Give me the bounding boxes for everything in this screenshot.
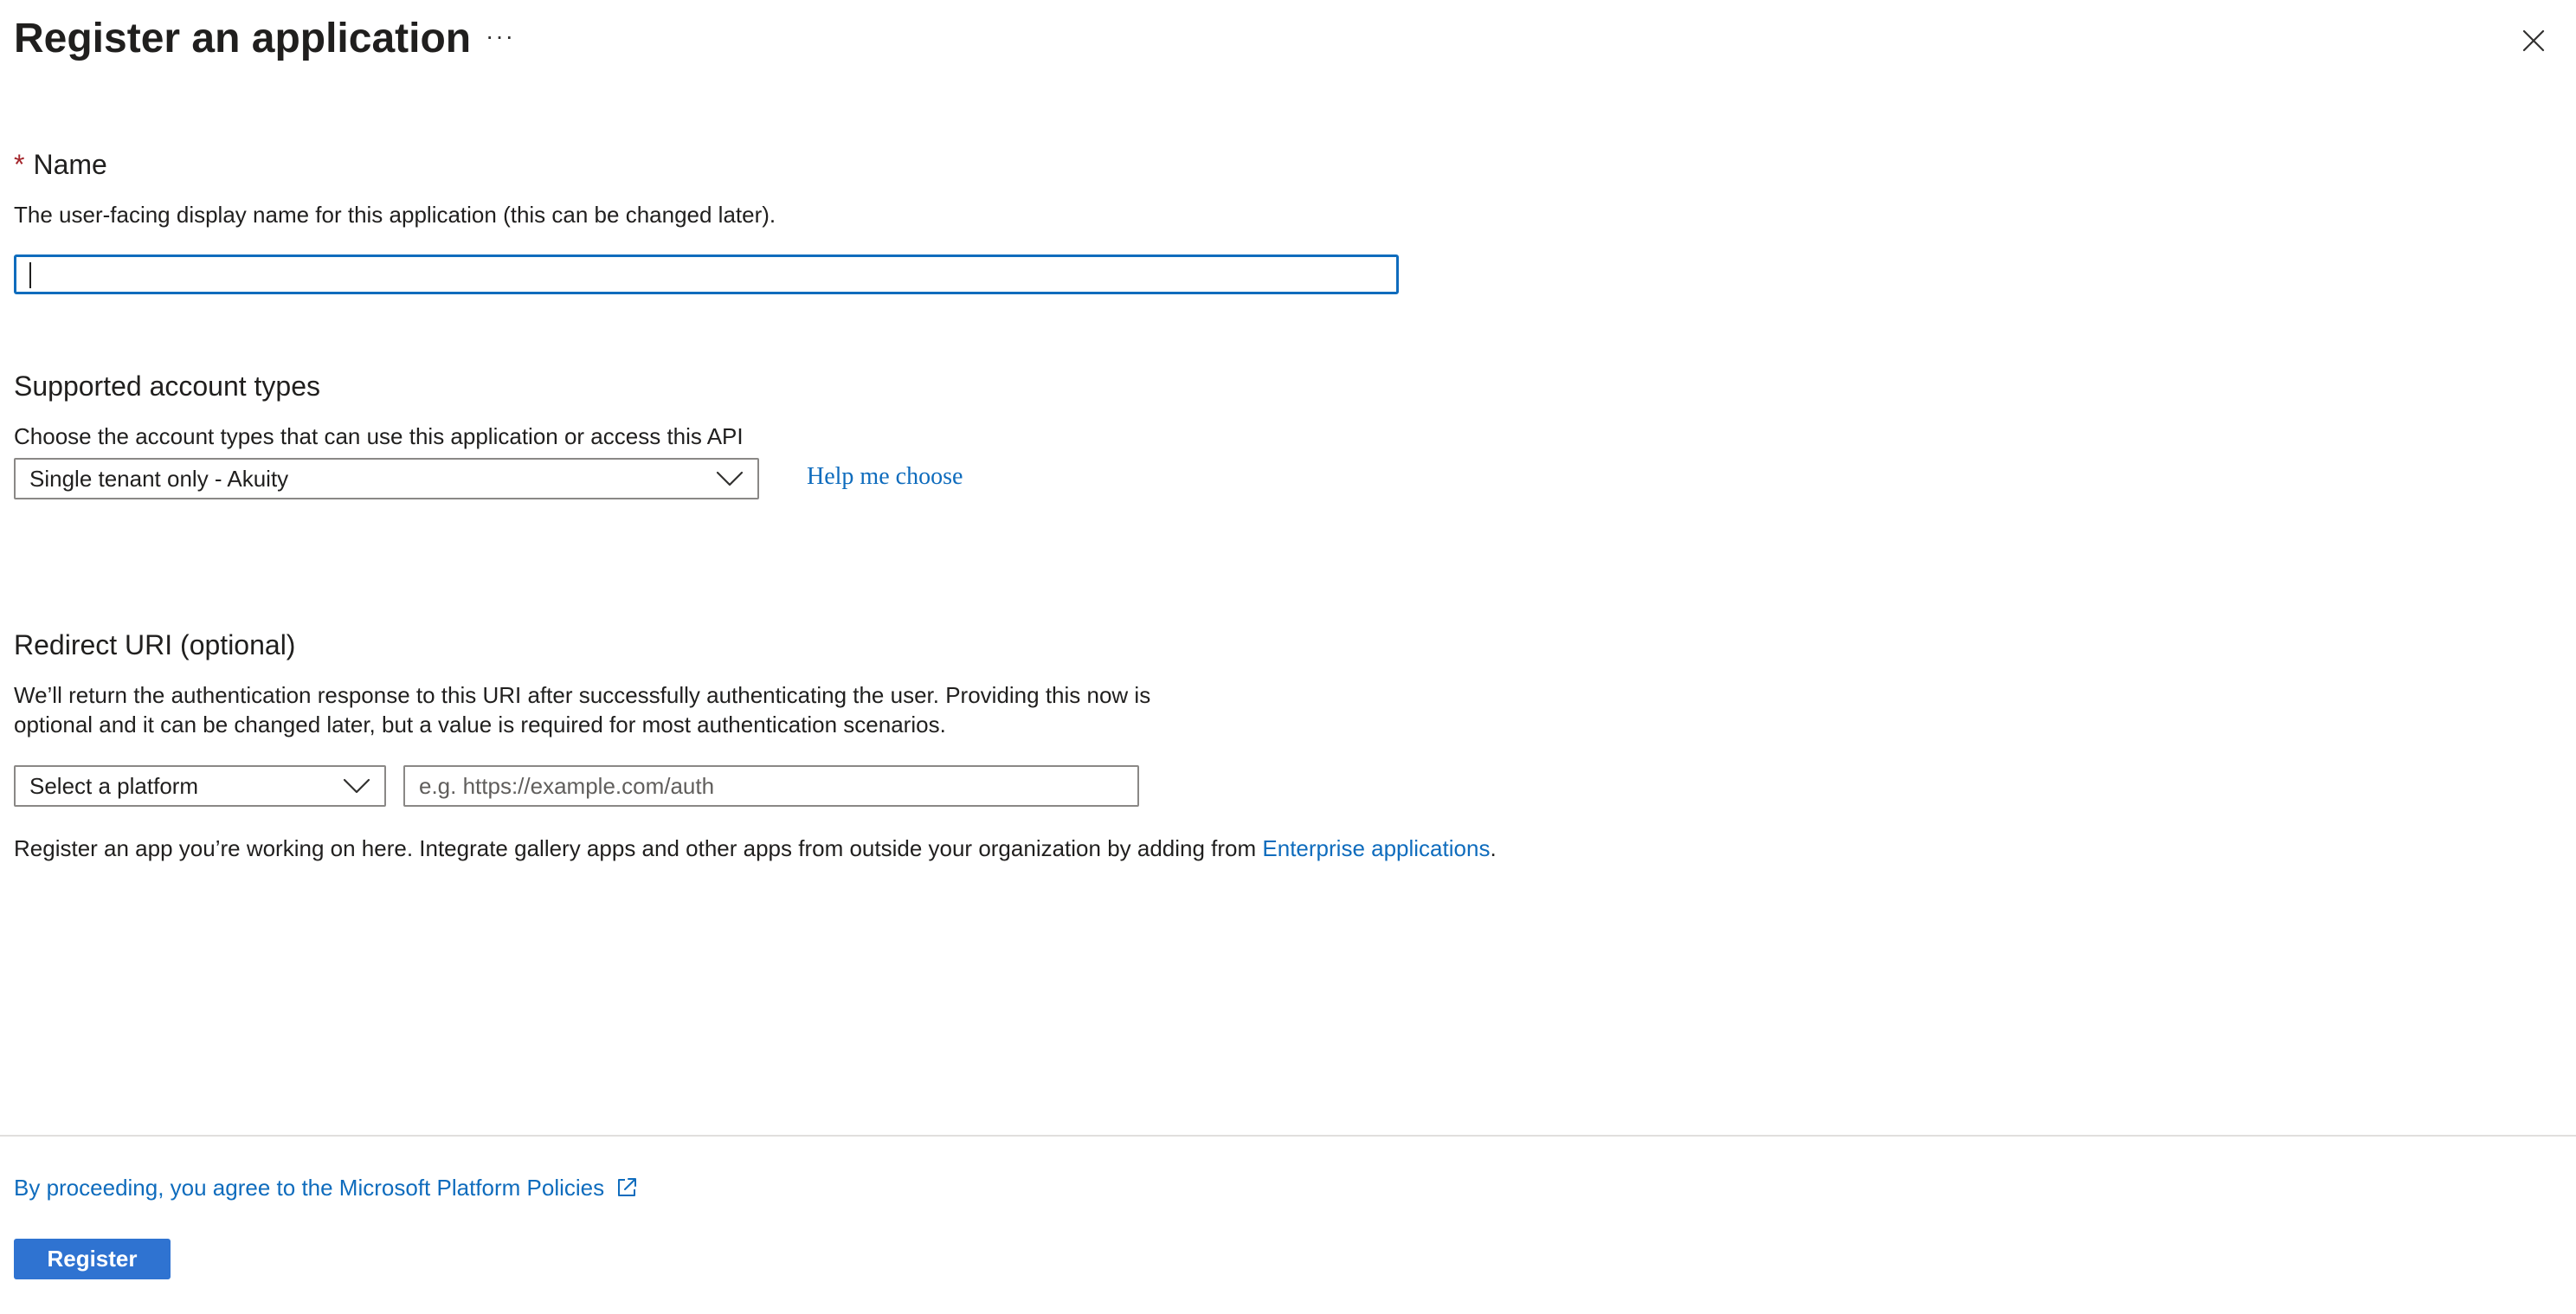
redirect-description-line-2: optional and it can be changed later, bu… — [14, 712, 946, 738]
account-type-dropdown[interactable]: Single tenant only - Akuity — [14, 458, 759, 499]
footer-divider — [0, 1135, 2576, 1137]
redirect-uri-input[interactable] — [403, 765, 1139, 807]
required-marker: * — [14, 149, 25, 180]
name-input[interactable] — [14, 254, 1399, 294]
platform-value: Select a platform — [29, 772, 199, 799]
account-type-value: Single tenant only - Akuity — [29, 465, 289, 492]
register-button[interactable]: Register — [14, 1239, 171, 1279]
platform-dropdown[interactable]: Select a platform — [14, 765, 386, 807]
help-me-choose-link[interactable]: Help me choose — [807, 461, 963, 493]
name-label-text: Name — [33, 149, 107, 180]
register-note-text: Register an app you’re working on here. … — [14, 835, 1263, 861]
text-caret — [29, 262, 31, 288]
register-note: Register an app you’re working on here. … — [14, 834, 1497, 863]
chevron-down-icon — [343, 778, 370, 794]
platform-policies-link[interactable]: By proceeding, you agree to the Microsof… — [14, 1172, 639, 1203]
chevron-down-icon — [716, 471, 744, 486]
external-link-icon — [618, 1178, 637, 1196]
name-description: The user-facing display name for this ap… — [14, 202, 776, 228]
platform-policies-text: By proceeding, you agree to the Microsof… — [14, 1175, 605, 1201]
register-note-suffix: . — [1490, 835, 1497, 861]
redirect-description-line-1: We’ll return the authentication response… — [14, 682, 1151, 708]
account-types-description: Choose the account types that can use th… — [14, 423, 744, 449]
redirect-uri-label: Redirect URI (optional) — [14, 629, 296, 660]
enterprise-applications-link[interactable]: Enterprise applications — [1262, 835, 1490, 861]
account-types-label: Supported account types — [14, 370, 321, 402]
page-title: Register an application — [14, 16, 472, 61]
name-label: * Name — [14, 147, 107, 182]
more-options-button[interactable]: ··· — [481, 21, 519, 52]
close-icon — [2522, 29, 2545, 52]
close-button[interactable] — [2514, 21, 2553, 61]
